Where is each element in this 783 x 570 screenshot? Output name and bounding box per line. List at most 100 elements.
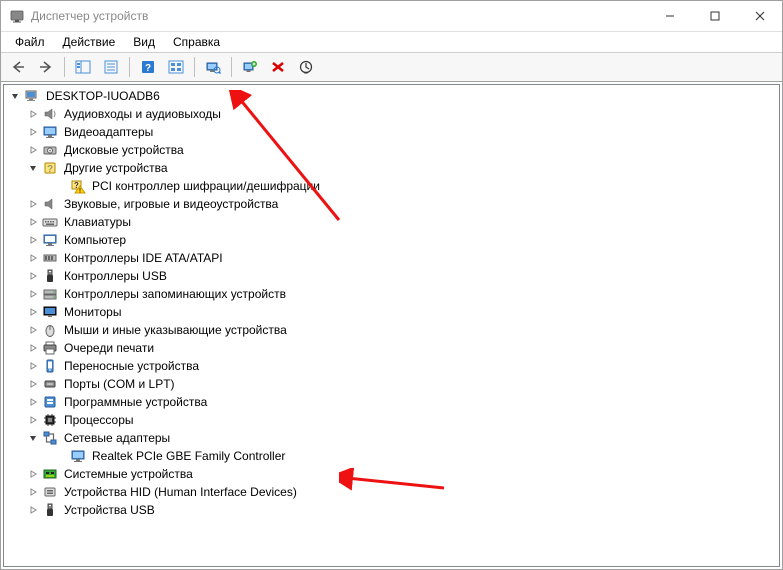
tree-device-17-0[interactable]: Realtek PCIe GBE Family Controller — [4, 447, 779, 465]
tree-category-12[interactable]: Очереди печати — [4, 339, 779, 357]
add-legacy-hardware-button[interactable] — [237, 55, 263, 79]
svg-text:?: ? — [145, 63, 151, 74]
menu-help[interactable]: Справка — [165, 33, 228, 51]
svg-text:!: ! — [79, 188, 81, 194]
tree-node-label: Процессоры — [62, 412, 136, 428]
expander-icon[interactable] — [26, 431, 40, 445]
tree-device-3-0[interactable]: ?!PCI контроллер шифрации/дешифрации — [4, 177, 779, 195]
tree-category-14[interactable]: Порты (COM и LPT) — [4, 375, 779, 393]
expander-icon[interactable] — [26, 395, 40, 409]
expander-icon[interactable] — [26, 413, 40, 427]
computer-icon — [42, 232, 58, 248]
root-icon — [24, 88, 40, 104]
menubar: Файл Действие Вид Справка — [1, 32, 782, 52]
expander-icon[interactable] — [26, 125, 40, 139]
uninstall-button[interactable] — [265, 55, 291, 79]
action-button[interactable] — [163, 55, 189, 79]
expander-icon[interactable] — [26, 323, 40, 337]
tree-category-10[interactable]: Мониторы — [4, 303, 779, 321]
expander-icon[interactable] — [26, 197, 40, 211]
tree-node-label: Порты (COM и LPT) — [62, 376, 177, 392]
tree-category-11[interactable]: Мыши и иные указывающие устройства — [4, 321, 779, 339]
expander-icon[interactable] — [8, 89, 22, 103]
help-button[interactable]: ? — [135, 55, 161, 79]
expander-icon[interactable] — [26, 305, 40, 319]
tree-node-label: Переносные устройства — [62, 358, 201, 374]
tree-category-2[interactable]: Дисковые устройства — [4, 141, 779, 159]
minimize-button[interactable] — [647, 1, 692, 31]
menu-file[interactable]: Файл — [7, 33, 53, 51]
tree-category-5[interactable]: Клавиатуры — [4, 213, 779, 231]
printer-icon — [42, 340, 58, 356]
expander-icon[interactable] — [26, 377, 40, 391]
expander-icon[interactable] — [26, 503, 40, 517]
expander-icon[interactable] — [26, 269, 40, 283]
tree-node-label: Системные устройства — [62, 466, 195, 482]
tree-category-7[interactable]: Контроллеры IDE ATA/ATAPI — [4, 249, 779, 267]
tree-category-4[interactable]: Звуковые, игровые и видеоустройства — [4, 195, 779, 213]
usb2-icon — [42, 502, 58, 518]
properties-button[interactable] — [98, 55, 124, 79]
expander-icon[interactable] — [26, 143, 40, 157]
tree-node-label: Клавиатуры — [62, 214, 133, 230]
tree-category-13[interactable]: Переносные устройства — [4, 357, 779, 375]
hid-icon — [42, 484, 58, 500]
toolbar-separator — [194, 57, 195, 77]
monitor-icon — [42, 304, 58, 320]
forward-button[interactable] — [33, 55, 59, 79]
window-title: Диспетчер устройств — [31, 9, 647, 23]
device-tree[interactable]: DESKTOP-IUOADB6Аудиовходы и аудиовыходыВ… — [3, 84, 780, 567]
ide-icon — [42, 250, 58, 266]
back-button[interactable] — [5, 55, 31, 79]
expander-icon[interactable] — [26, 341, 40, 355]
tree-category-15[interactable]: Программные устройства — [4, 393, 779, 411]
cpu-icon — [42, 412, 58, 428]
expander-icon[interactable] — [26, 251, 40, 265]
tree-category-8[interactable]: Контроллеры USB — [4, 267, 779, 285]
menu-action[interactable]: Действие — [55, 33, 124, 51]
expander-icon[interactable] — [26, 161, 40, 175]
tree-node-label: Мониторы — [62, 304, 123, 320]
expander-icon[interactable] — [26, 485, 40, 499]
tree-category-9[interactable]: Контроллеры запоминающих устройств — [4, 285, 779, 303]
tree-category-6[interactable]: Компьютер — [4, 231, 779, 249]
tree-category-16[interactable]: Процессоры — [4, 411, 779, 429]
tree-category-19[interactable]: Устройства HID (Human Interface Devices) — [4, 483, 779, 501]
keyboard-icon — [42, 214, 58, 230]
netcard-icon — [70, 448, 86, 464]
tree-category-18[interactable]: Системные устройства — [4, 465, 779, 483]
tree-category-1[interactable]: Видеоадаптеры — [4, 123, 779, 141]
storage-icon — [42, 286, 58, 302]
port-icon — [42, 376, 58, 392]
tree-node-label: Устройства HID (Human Interface Devices) — [62, 484, 299, 500]
tree-node-label: Очереди печати — [62, 340, 156, 356]
tree-root[interactable]: DESKTOP-IUOADB6 — [4, 87, 779, 105]
maximize-button[interactable] — [692, 1, 737, 31]
titlebar: Диспетчер устройств — [1, 1, 782, 32]
toolbar-separator — [129, 57, 130, 77]
expander-icon[interactable] — [26, 215, 40, 229]
update-driver-button[interactable] — [293, 55, 319, 79]
tree-category-20[interactable]: Устройства USB — [4, 501, 779, 519]
menu-view[interactable]: Вид — [125, 33, 163, 51]
toolbar-separator — [231, 57, 232, 77]
tree-node-label: Звуковые, игровые и видеоустройства — [62, 196, 280, 212]
toolbar: ? — [1, 52, 782, 82]
expander-icon[interactable] — [26, 233, 40, 247]
scan-hardware-button[interactable] — [200, 55, 226, 79]
tree-category-17[interactable]: Сетевые адаптеры — [4, 429, 779, 447]
tree-node-label: Программные устройства — [62, 394, 209, 410]
mouse-icon — [42, 322, 58, 338]
tree-category-0[interactable]: Аудиовходы и аудиовыходы — [4, 105, 779, 123]
expander-icon[interactable] — [26, 107, 40, 121]
tree-category-3[interactable]: ?Другие устройства — [4, 159, 779, 177]
expander-icon[interactable] — [26, 467, 40, 481]
expander-icon[interactable] — [26, 359, 40, 373]
tree-node-label: Другие устройства — [62, 160, 170, 176]
show-hide-console-tree-button[interactable] — [70, 55, 96, 79]
audio-icon — [42, 106, 58, 122]
tree-node-label: Сетевые адаптеры — [62, 430, 172, 446]
expander-icon[interactable] — [26, 287, 40, 301]
tree-node-label: Видеоадаптеры — [62, 124, 155, 140]
close-button[interactable] — [737, 1, 782, 31]
